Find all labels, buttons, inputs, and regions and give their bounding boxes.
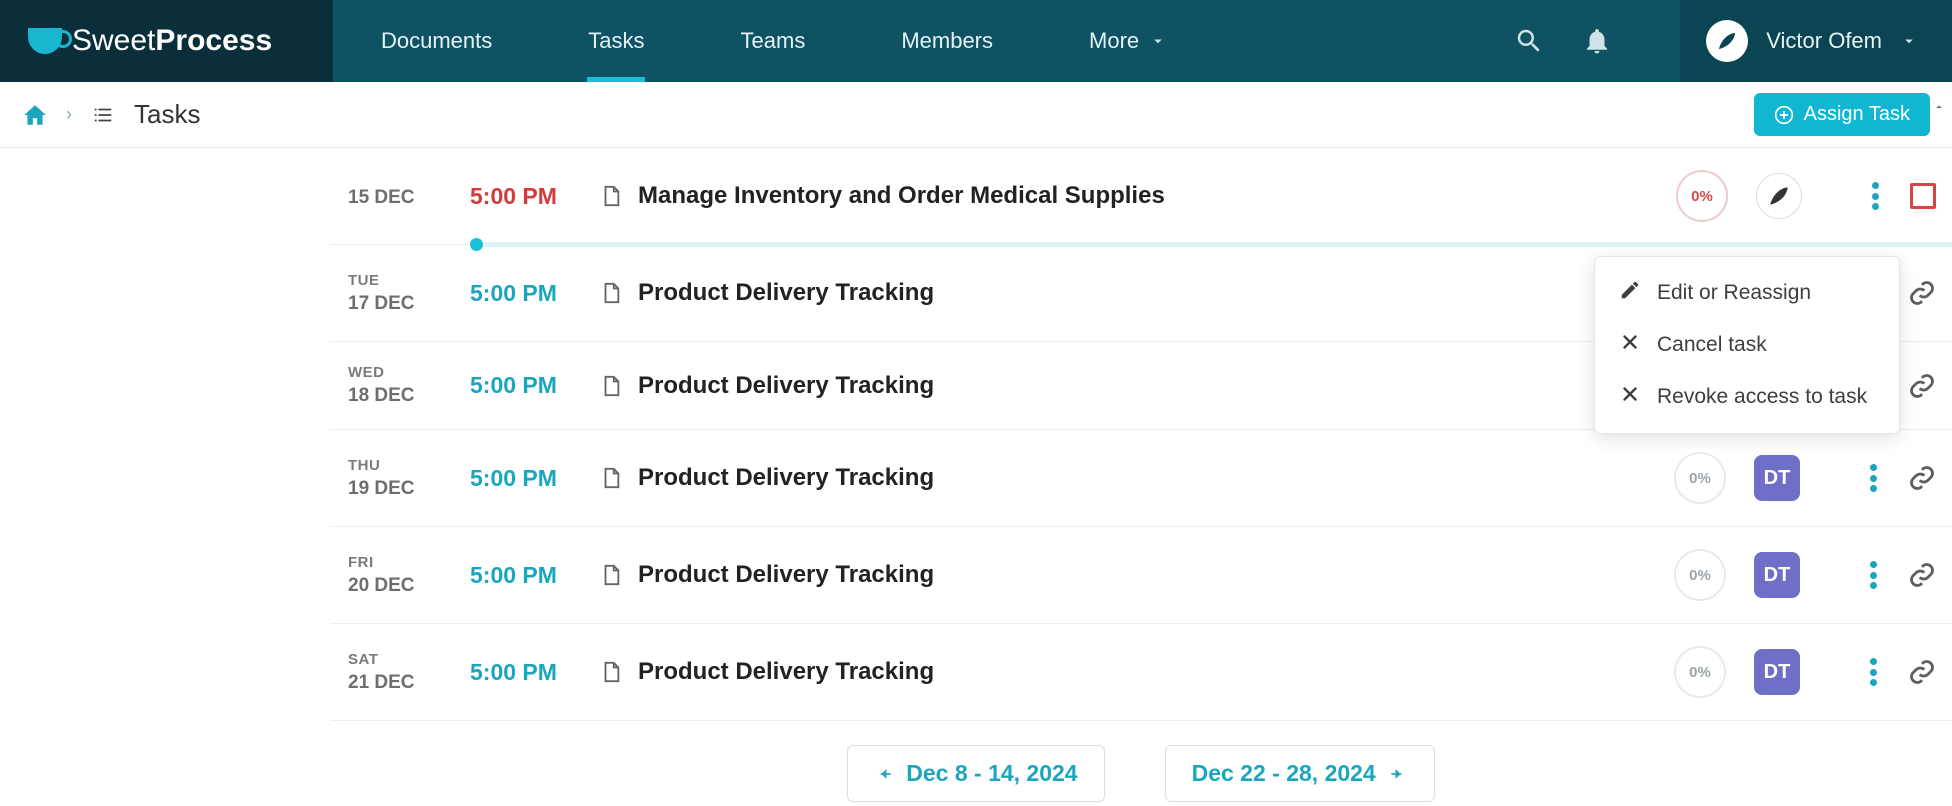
dropdown-item[interactable]: Cancel task bbox=[1595, 319, 1899, 371]
breadcrumb-bar: › Tasks Assign Task bbox=[0, 82, 1952, 148]
tasks-list-icon bbox=[90, 104, 116, 126]
dropdown-item[interactable]: Edit or Reassign bbox=[1595, 267, 1899, 319]
task-actions-button[interactable] bbox=[1870, 561, 1878, 589]
page-title: Tasks bbox=[134, 99, 200, 130]
user-menu[interactable]: Victor Ofem bbox=[1680, 0, 1952, 82]
task-time: 5:00 PM bbox=[470, 183, 600, 210]
pager-next-label: Dec 22 - 28, 2024 bbox=[1192, 760, 1376, 787]
nav-members[interactable]: Members bbox=[853, 0, 1041, 82]
logo[interactable]: SweetProcess bbox=[0, 0, 333, 82]
nav-more-label: More bbox=[1089, 28, 1139, 54]
chevron-down-icon bbox=[1900, 32, 1918, 50]
task-date: TUE17 DEC bbox=[330, 272, 470, 315]
search-icon[interactable] bbox=[1514, 26, 1544, 56]
task-actions-button[interactable] bbox=[1870, 464, 1878, 492]
dropdown-item-label: Revoke access to task bbox=[1657, 385, 1867, 409]
task-date: 15 DEC bbox=[330, 183, 470, 209]
overdue-checkbox-icon[interactable] bbox=[1910, 183, 1936, 209]
task-list: 15 DEC5:00 PMManage Inventory and Order … bbox=[330, 148, 1952, 806]
logo-text: SweetProcess bbox=[72, 24, 272, 58]
document-icon bbox=[600, 373, 622, 399]
task-title: Product Delivery Tracking bbox=[638, 464, 934, 492]
task-actions-button[interactable] bbox=[1872, 182, 1880, 210]
link-icon[interactable] bbox=[1908, 464, 1936, 492]
edit-icon bbox=[1619, 279, 1641, 307]
dropdown-item-label: Cancel task bbox=[1657, 333, 1767, 357]
task-title: Product Delivery Tracking bbox=[638, 372, 934, 400]
task-time: 5:00 PM bbox=[470, 562, 600, 589]
assignee-badge[interactable]: DT bbox=[1754, 455, 1800, 501]
feather-icon bbox=[1715, 29, 1739, 53]
date-pager: Dec 8 - 14, 2024 Dec 22 - 28, 2024 bbox=[330, 721, 1952, 806]
pager-prev-label: Dec 8 - 14, 2024 bbox=[906, 760, 1077, 787]
arrow-left-icon bbox=[874, 764, 894, 784]
main: 15 DEC5:00 PMManage Inventory and Order … bbox=[0, 148, 1952, 806]
task-title: Product Delivery Tracking bbox=[638, 561, 934, 589]
assign-task-label: Assign Task bbox=[1804, 103, 1910, 126]
task-row[interactable]: SAT21 DEC5:00 PM Product Delivery Trackin… bbox=[330, 624, 1952, 721]
link-icon[interactable] bbox=[1908, 372, 1936, 400]
task-date: SAT21 DEC bbox=[330, 651, 470, 694]
breadcrumb-separator: › bbox=[66, 104, 72, 125]
task-time: 5:00 PM bbox=[470, 659, 600, 686]
arrow-right-icon bbox=[1388, 764, 1408, 784]
link-icon[interactable] bbox=[1908, 279, 1936, 307]
assignee-badge[interactable]: DT bbox=[1754, 649, 1800, 695]
top-nav: SweetProcess Documents Tasks Teams Membe… bbox=[0, 0, 1952, 82]
assignee-avatar[interactable] bbox=[1756, 173, 1802, 219]
scroll-up-indicator[interactable] bbox=[1928, 96, 1950, 118]
task-date: WED18 DEC bbox=[330, 364, 470, 407]
pager-prev-button[interactable]: Dec 8 - 14, 2024 bbox=[847, 745, 1104, 802]
nav-documents[interactable]: Documents bbox=[333, 0, 540, 82]
task-time: 5:00 PM bbox=[470, 465, 600, 492]
task-row[interactable]: 15 DEC5:00 PM Manage Inventory and Order … bbox=[330, 148, 1952, 245]
task-date: FRI20 DEC bbox=[330, 554, 470, 597]
chevron-down-icon bbox=[1149, 32, 1167, 50]
user-avatar bbox=[1706, 20, 1748, 62]
close-icon bbox=[1619, 331, 1641, 359]
bell-icon[interactable] bbox=[1582, 26, 1612, 56]
document-icon bbox=[600, 659, 622, 685]
feather-icon bbox=[1766, 183, 1792, 209]
task-actions-button[interactable] bbox=[1870, 658, 1878, 686]
close-icon bbox=[1619, 383, 1641, 411]
document-icon bbox=[600, 465, 622, 491]
assign-task-button[interactable]: Assign Task bbox=[1754, 93, 1930, 136]
assignee-badge[interactable]: DT bbox=[1754, 552, 1800, 598]
nav-more[interactable]: More bbox=[1041, 0, 1215, 82]
plus-circle-icon bbox=[1774, 105, 1794, 125]
task-time: 5:00 PM bbox=[470, 372, 600, 399]
link-icon[interactable] bbox=[1908, 658, 1936, 686]
progress-badge: 0% bbox=[1674, 452, 1726, 504]
nav-teams[interactable]: Teams bbox=[693, 0, 854, 82]
link-icon[interactable] bbox=[1908, 561, 1936, 589]
nav-tasks[interactable]: Tasks bbox=[540, 0, 692, 82]
task-time: 5:00 PM bbox=[470, 280, 600, 307]
document-icon bbox=[600, 280, 622, 306]
progress-badge: 0% bbox=[1674, 549, 1726, 601]
dropdown-item-label: Edit or Reassign bbox=[1657, 281, 1811, 305]
progress-badge: 0% bbox=[1674, 646, 1726, 698]
task-date: THU19 DEC bbox=[330, 457, 470, 500]
task-title: Product Delivery Tracking bbox=[638, 658, 934, 686]
task-title: Manage Inventory and Order Medical Suppl… bbox=[638, 182, 1165, 210]
user-name: Victor Ofem bbox=[1766, 28, 1882, 54]
progress-badge: 0% bbox=[1676, 170, 1728, 222]
document-icon bbox=[600, 562, 622, 588]
task-title: Product Delivery Tracking bbox=[638, 279, 934, 307]
document-icon bbox=[600, 183, 622, 209]
home-icon[interactable] bbox=[22, 102, 48, 128]
nav-right: Victor Ofem bbox=[1514, 0, 1952, 82]
task-row[interactable]: THU19 DEC5:00 PM Product Delivery Trackin… bbox=[330, 430, 1952, 527]
nav-items: Documents Tasks Teams Members More bbox=[333, 0, 1215, 82]
task-actions-dropdown: Edit or Reassign Cancel task Revoke access… bbox=[1594, 256, 1900, 434]
pager-next-button[interactable]: Dec 22 - 28, 2024 bbox=[1165, 745, 1435, 802]
logo-icon bbox=[28, 28, 62, 54]
dropdown-item[interactable]: Revoke access to task bbox=[1595, 371, 1899, 423]
task-row[interactable]: FRI20 DEC5:00 PM Product Delivery Trackin… bbox=[330, 527, 1952, 624]
